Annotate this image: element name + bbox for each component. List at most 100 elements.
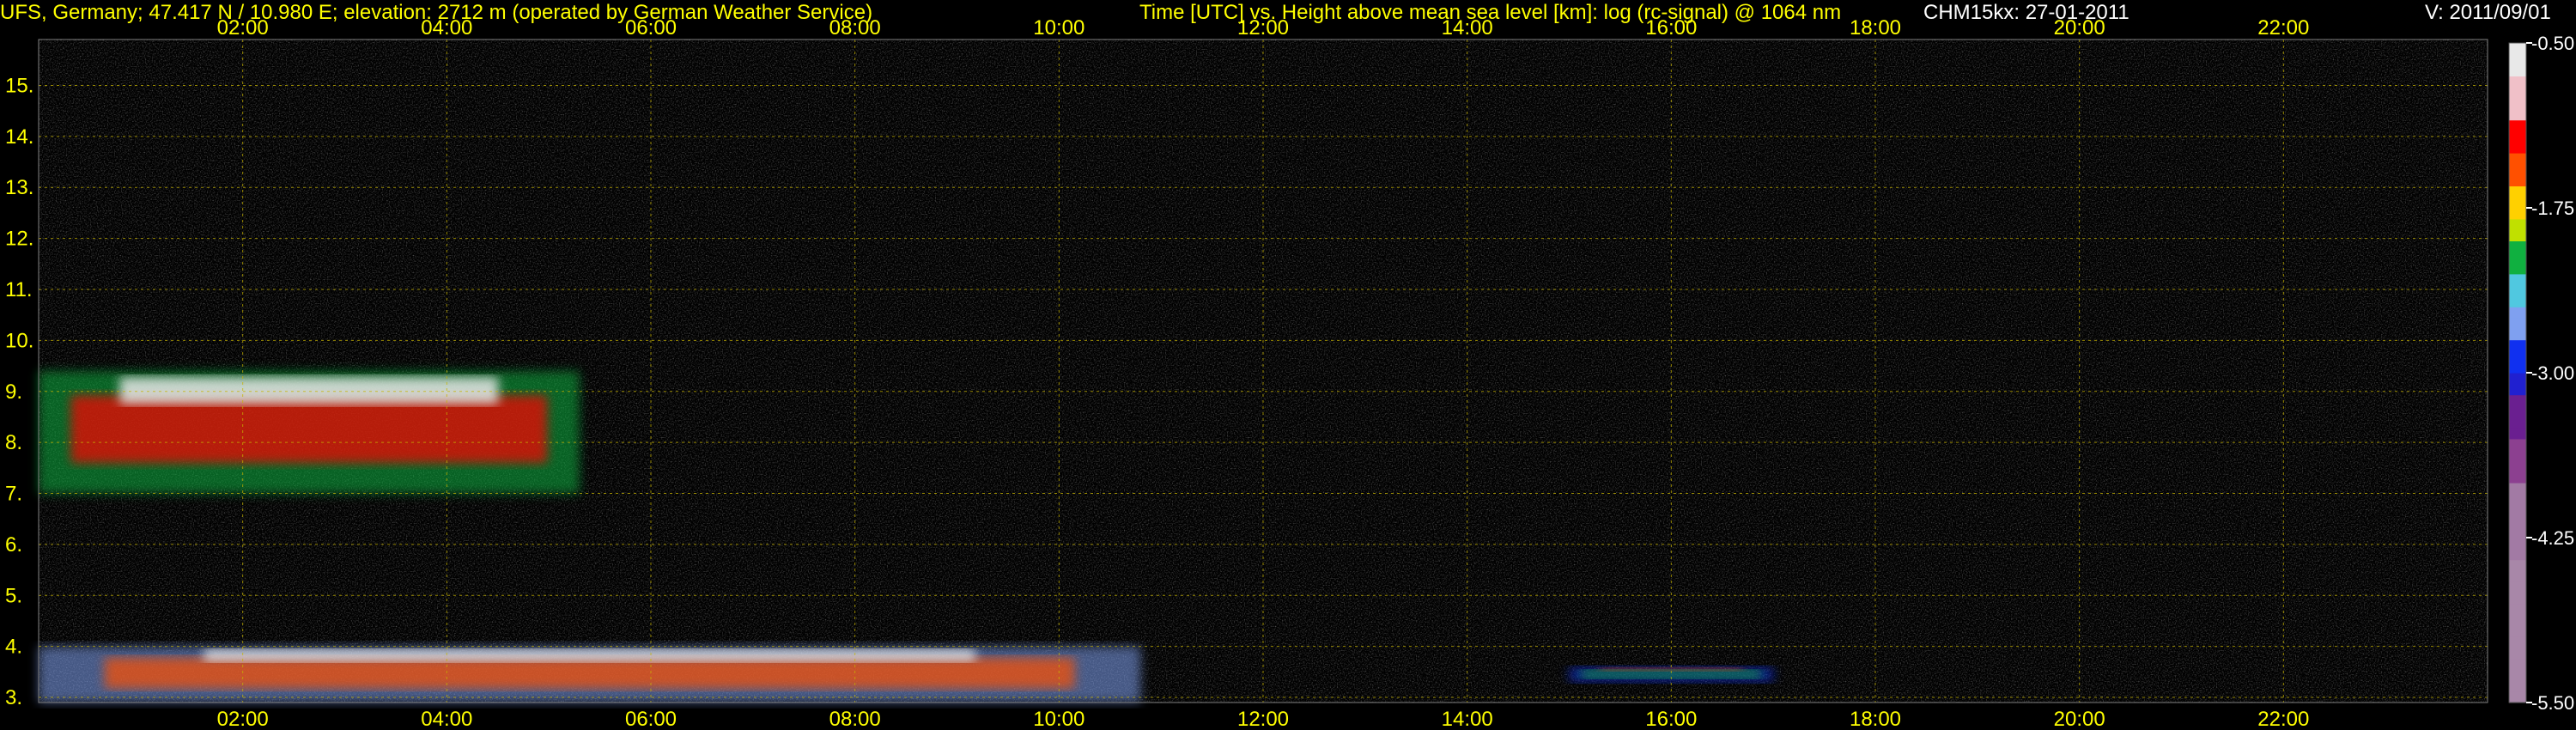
colorbar-segment [2509, 153, 2526, 165]
x-tick-label-bottom: 14:00 [1442, 708, 1493, 730]
colorbar-segment [2509, 119, 2526, 131]
colorbar-segment [2509, 328, 2526, 341]
colorbar-segment [2509, 658, 2526, 671]
colorbar-segment [2509, 240, 2526, 252]
colorbar-segment [2509, 76, 2526, 88]
x-tick-label-top: 02:00 [217, 16, 269, 40]
colorbar-segment [2509, 284, 2526, 296]
x-tick-label-bottom: 20:00 [2054, 708, 2105, 730]
colorbar-segment [2509, 559, 2526, 571]
colorbar-segment [2509, 428, 2526, 440]
x-tick-label-bottom: 22:00 [2257, 708, 2309, 730]
colorbar-segment [2509, 307, 2526, 319]
x-tick-label-top: 06:00 [625, 16, 677, 40]
y-tick-label: 11. [5, 278, 33, 301]
colorbar-segment [2509, 680, 2526, 692]
y-tick-label: 13. [5, 176, 33, 199]
colorbar-segment [2509, 394, 2526, 406]
colorbar-segment [2509, 493, 2526, 506]
colorbar-segment [2509, 449, 2526, 461]
colorbar-segment [2509, 218, 2526, 231]
colorbar-segment [2509, 593, 2526, 605]
y-tick-label: 8. [5, 431, 22, 454]
x-tick-label-top: 18:00 [1850, 16, 1901, 40]
colorbar-segment [2509, 691, 2526, 703]
colorbar-segment [2509, 98, 2526, 110]
colorbar-segment [2509, 174, 2526, 186]
colorbar-segment [2509, 625, 2526, 637]
ceilometer-chart: 02:00 02:00 04:00 04:00 06:00 06:00 08:00 08:00… [5, 16, 2574, 730]
colorbar-segment [2509, 142, 2526, 154]
x-tick-label-top: 04:00 [421, 16, 472, 40]
colorbar-tick-label: -3.00 [2531, 362, 2574, 384]
colorbar-segment [2509, 208, 2526, 220]
y-tick-label: 10. [5, 329, 33, 352]
x-tick-label-bottom: 10:00 [1033, 708, 1084, 730]
colorbar-tick-label: -4.25 [2531, 527, 2574, 549]
colorbar-segment [2509, 318, 2526, 330]
colorbar-segment [2509, 163, 2526, 176]
y-tick-label: 7. [5, 483, 22, 506]
colorbar: -0.50 -1.75 -3.00 -4.25 -5.50 [2508, 33, 2574, 714]
colorbar-segment [2509, 581, 2526, 593]
colorbar-segment [2509, 373, 2526, 385]
colorbar-segment [2509, 339, 2526, 351]
y-tick-label: 6. [5, 533, 22, 557]
colorbar-segment [2509, 538, 2526, 550]
colorbar-segment [2509, 383, 2526, 396]
feature-cirrus-cloud-layer [39, 371, 580, 494]
y-tick-label: 4. [5, 636, 22, 659]
colorbar-segment [2509, 64, 2526, 76]
colorbar-segment [2509, 515, 2526, 527]
y-tick-label: 5. [5, 584, 22, 607]
x-tick-label-top: 10:00 [1033, 16, 1084, 40]
colorbar-tick-label: -1.75 [2531, 198, 2574, 219]
x-tick-label-top: 12:00 [1237, 16, 1289, 40]
colorbar-segment [2509, 603, 2526, 616]
colorbar-segment [2509, 405, 2526, 417]
colorbar-segment [2509, 43, 2526, 55]
colorbar-segment [2509, 471, 2526, 484]
x-tick-label-top: 08:00 [829, 16, 881, 40]
colorbar-segment [2509, 570, 2526, 582]
colorbar-segment [2509, 526, 2526, 538]
colorbar-segment [2509, 131, 2526, 143]
colorbar-tick-label: -0.50 [2531, 33, 2574, 54]
colorbar-segment [2509, 263, 2526, 275]
colorbar-segment [2509, 504, 2526, 516]
x-tick-label-bottom: 06:00 [625, 708, 677, 730]
colorbar-segment [2509, 197, 2526, 209]
y-tick-label: 14. [5, 125, 33, 149]
colorbar-segment [2509, 614, 2526, 626]
colorbar-segment [2509, 548, 2526, 561]
colorbar-segment [2509, 186, 2526, 198]
x-tick-label-top: 16:00 [1645, 16, 1697, 40]
y-tick-label: 12. [5, 228, 33, 251]
colorbar-segment [2509, 669, 2526, 681]
colorbar-segment [2509, 648, 2526, 660]
colorbar-segment [2509, 350, 2526, 362]
colorbar-segment [2509, 273, 2526, 286]
colorbar-tick-label: -5.50 [2531, 692, 2574, 714]
colorbar-segment [2509, 636, 2526, 648]
x-tick-label-top: 14:00 [1442, 16, 1493, 40]
colorbar-segment [2509, 252, 2526, 264]
feature-aerosol-plume [1569, 666, 1774, 683]
colorbar-segment [2509, 460, 2526, 472]
colorbar-segment [2509, 295, 2526, 307]
x-tick-label-bottom: 16:00 [1645, 708, 1697, 730]
y-tick-label: 9. [5, 380, 22, 404]
colorbar-segment [2509, 229, 2526, 241]
colorbar-segment [2509, 53, 2526, 66]
colorbar-segment [2509, 108, 2526, 121]
colorbar-segment [2509, 438, 2526, 451]
x-tick-label-bottom: 02:00 [217, 708, 269, 730]
y-tick-label: 3. [5, 686, 22, 709]
x-tick-label-top: 20:00 [2054, 16, 2105, 40]
feature-low-cloud-fog-layer [39, 646, 1141, 703]
y-tick-label: 15. [5, 74, 33, 97]
x-tick-label-bottom: 08:00 [829, 708, 881, 730]
x-tick-label-bottom: 12:00 [1237, 708, 1289, 730]
x-tick-label-bottom: 04:00 [421, 708, 472, 730]
colorbar-segment [2509, 483, 2526, 495]
